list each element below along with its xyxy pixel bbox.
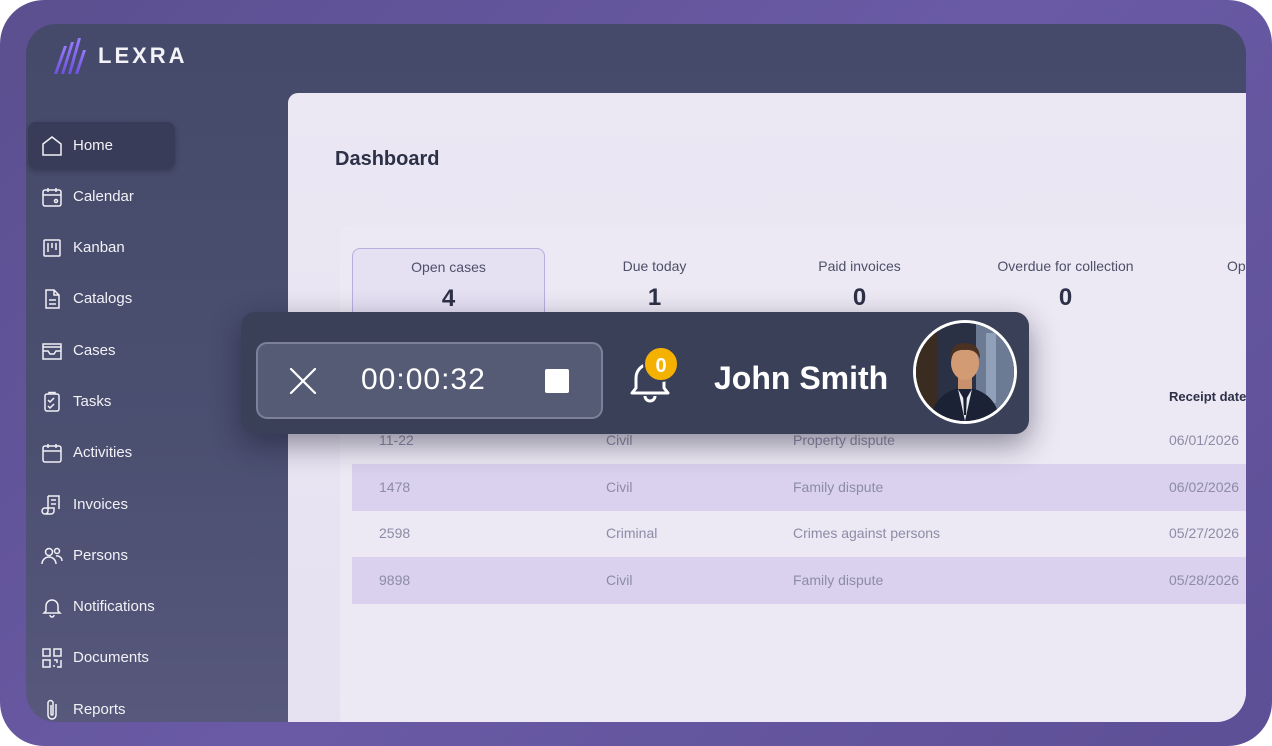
column-header-receipt-date[interactable]: Receipt date	[1169, 389, 1246, 404]
sidebar-item-label: Documents	[73, 649, 149, 666]
cell-type: Civil	[606, 432, 633, 448]
kanban-icon	[43, 238, 61, 257]
notification-count-badge: 0	[643, 346, 679, 382]
sidebar-item-home[interactable]: Home	[28, 122, 175, 169]
stat-label: Overdue for collection	[997, 258, 1134, 274]
stat-label: Open cases	[411, 259, 486, 275]
stat-value: 4	[441, 285, 456, 312]
stat-label: Paid invoices	[818, 258, 901, 274]
avatar-portrait-icon	[916, 323, 1014, 421]
elapsed-time: 00:00:32	[361, 363, 486, 396]
sidebar-item-cases[interactable]: Cases	[28, 327, 175, 374]
sidebar-item-documents[interactable]: Documents	[28, 634, 175, 681]
stat-value: 0	[852, 284, 867, 311]
qr-code-icon	[42, 647, 62, 668]
cell-date: 06/01/2026	[1169, 432, 1240, 448]
cell-number: 9898	[379, 572, 411, 588]
bell-icon	[42, 598, 62, 618]
cell-type: Civil	[606, 572, 633, 588]
sidebar-item-label: Tasks	[73, 393, 112, 410]
sidebar-item-reports[interactable]: Reports	[28, 686, 175, 722]
logo-mark-icon	[54, 38, 86, 74]
document-icon	[45, 288, 60, 309]
sidebar-item-notifications[interactable]: Notifications	[28, 583, 175, 630]
sidebar-item-label: Invoices	[73, 496, 129, 513]
page-title: Dashboard	[335, 148, 440, 170]
cell-subject: Family dispute	[793, 572, 884, 588]
cell-date: 06/02/2026	[1169, 479, 1240, 495]
cell-number: 1478	[379, 479, 411, 495]
table-row[interactable]: 2598 Criminal Crimes against persons 05/…	[352, 510, 1246, 557]
sidebar-item-label: Activities	[73, 444, 133, 461]
sidebar-item-label: Cases	[73, 342, 116, 359]
calendar-icon	[42, 187, 62, 207]
sidebar-item-persons[interactable]: Persons	[28, 532, 175, 579]
stat-value: 1	[647, 284, 662, 311]
cell-number: 2598	[379, 525, 411, 541]
sidebar-item-activities[interactable]: Activities	[28, 429, 175, 476]
sidebar-item-calendar[interactable]: Calendar	[28, 173, 175, 220]
cell-subject: Family dispute	[793, 479, 884, 495]
stop-button[interactable]	[545, 369, 569, 393]
inbox-icon	[42, 342, 62, 360]
home-icon	[42, 135, 62, 156]
cell-type: Civil	[606, 479, 633, 495]
clipboard-check-icon	[44, 391, 60, 412]
sidebar-item-label: Kanban	[73, 239, 125, 256]
paperclip-icon	[47, 699, 57, 720]
user-name: John Smith	[714, 360, 889, 396]
sidebar-item-catalogs[interactable]: Catalogs	[28, 275, 175, 322]
avatar[interactable]	[913, 320, 1017, 424]
logo-text: LEXRA	[98, 43, 188, 68]
sidebar-item-label: Calendar	[73, 188, 134, 205]
time-tracker-bar: 00:00:32 0 John Smith	[241, 312, 1029, 434]
users-icon	[41, 547, 63, 564]
sidebar-item-label: Persons	[73, 547, 129, 564]
table-row[interactable]: 1478 Civil Family dispute 06/02/2026	[352, 464, 1246, 511]
cell-date: 05/27/2026	[1169, 525, 1240, 541]
cell-type: Criminal	[606, 525, 658, 541]
stat-partial[interactable]: Op	[1175, 248, 1246, 332]
sidebar-item-tasks[interactable]: Tasks	[28, 378, 175, 425]
sidebar-item-label: Home	[73, 137, 114, 154]
sidebar-item-invoices[interactable]: Invoices	[28, 481, 175, 528]
dashboard-card: Open cases 4 Due today 1 Paid invoices 0…	[340, 225, 1246, 722]
table-row[interactable]: 9898 Civil Family dispute 05/28/2026	[352, 557, 1246, 604]
timer-control: 00:00:32	[256, 342, 603, 419]
stat-value: 0	[1058, 284, 1073, 311]
sidebar-item-label: Reports	[73, 701, 126, 718]
cell-number: 11-22	[379, 432, 414, 448]
calendar-blank-icon	[42, 443, 62, 463]
stat-label: Op	[1227, 258, 1246, 274]
cell-date: 05/28/2026	[1169, 572, 1240, 588]
sidebar-item-label: Catalogs	[73, 290, 133, 307]
sidebar-item-kanban[interactable]: Kanban	[28, 224, 175, 271]
cell-subject: Property dispute	[793, 432, 895, 448]
sidebar-item-label: Notifications	[73, 598, 155, 615]
stat-label: Due today	[622, 258, 687, 274]
scroll-icon	[41, 494, 60, 515]
device-frame: LEXRA Home Calendar Kanban Catalogs Case…	[0, 0, 1272, 746]
app-logo: LEXRA	[52, 36, 188, 76]
cell-subject: Crimes against persons	[793, 525, 941, 541]
close-icon[interactable]	[286, 364, 320, 398]
